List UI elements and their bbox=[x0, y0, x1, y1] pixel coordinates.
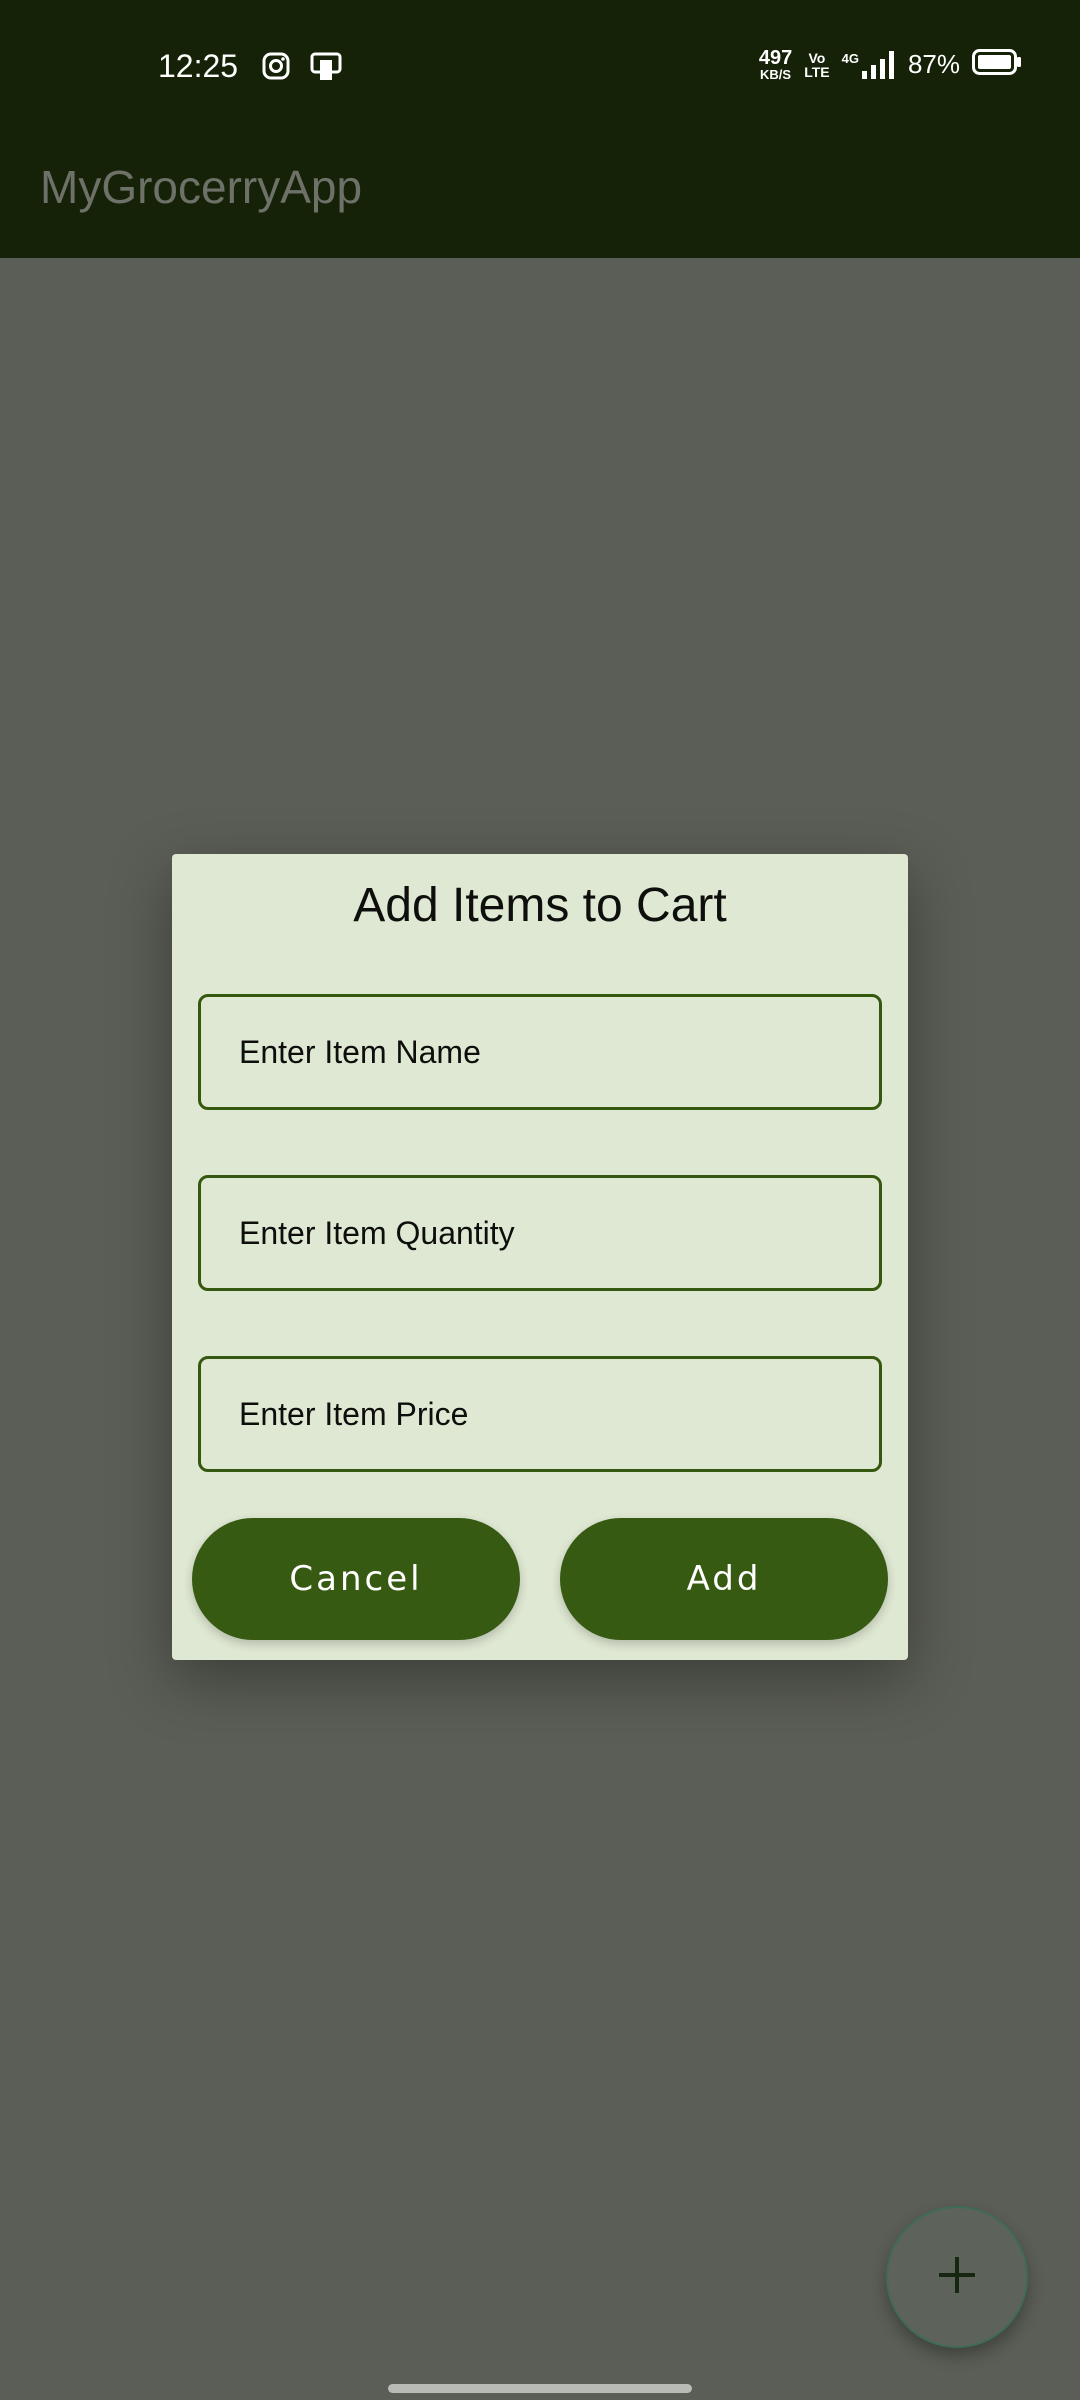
status-time: 12:25 bbox=[158, 48, 239, 84]
app-bar: MyGrocerryApp bbox=[0, 136, 1080, 258]
item-quantity-field[interactable] bbox=[198, 1175, 882, 1291]
status-bar: 12:25 497 KB/S Vo LTE 4G 87% bbox=[0, 0, 1080, 136]
net-speed-unit: KB/S bbox=[759, 67, 792, 82]
volte-bottom: LTE bbox=[804, 63, 830, 80]
network-speed: 497 KB/S bbox=[759, 48, 792, 81]
network-type: 4G bbox=[841, 50, 859, 66]
item-price-input[interactable] bbox=[201, 1359, 879, 1469]
cancel-button[interactable]: Cancel bbox=[192, 1518, 520, 1640]
volte-icon: Vo LTE bbox=[804, 51, 829, 79]
item-name-input[interactable] bbox=[201, 997, 879, 1107]
app-title: MyGrocerryApp bbox=[40, 161, 363, 213]
signal-4g-icon: 4G bbox=[841, 50, 896, 79]
plus-icon bbox=[937, 2255, 977, 2300]
net-speed-value: 497 bbox=[758, 47, 793, 69]
status-right-icons: 497 KB/S Vo LTE 4G 87% bbox=[759, 48, 1022, 81]
item-price-field[interactable] bbox=[198, 1356, 882, 1472]
volte-top: Vo bbox=[808, 49, 826, 66]
add-button[interactable]: Add bbox=[560, 1518, 888, 1640]
add-item-fab[interactable] bbox=[886, 2206, 1028, 2348]
battery-icon bbox=[972, 49, 1022, 80]
instagram-icon bbox=[262, 52, 290, 87]
battery-percent: 87% bbox=[907, 49, 960, 79]
notification-app-icon bbox=[310, 52, 342, 87]
home-indicator[interactable] bbox=[388, 2384, 692, 2393]
add-items-dialog: Add Items to Cart Cancel Add bbox=[172, 854, 908, 1660]
item-quantity-input[interactable] bbox=[201, 1178, 879, 1288]
status-left-icons bbox=[262, 52, 342, 87]
dialog-title: Add Items to Cart bbox=[353, 879, 727, 932]
item-name-field[interactable] bbox=[198, 994, 882, 1110]
